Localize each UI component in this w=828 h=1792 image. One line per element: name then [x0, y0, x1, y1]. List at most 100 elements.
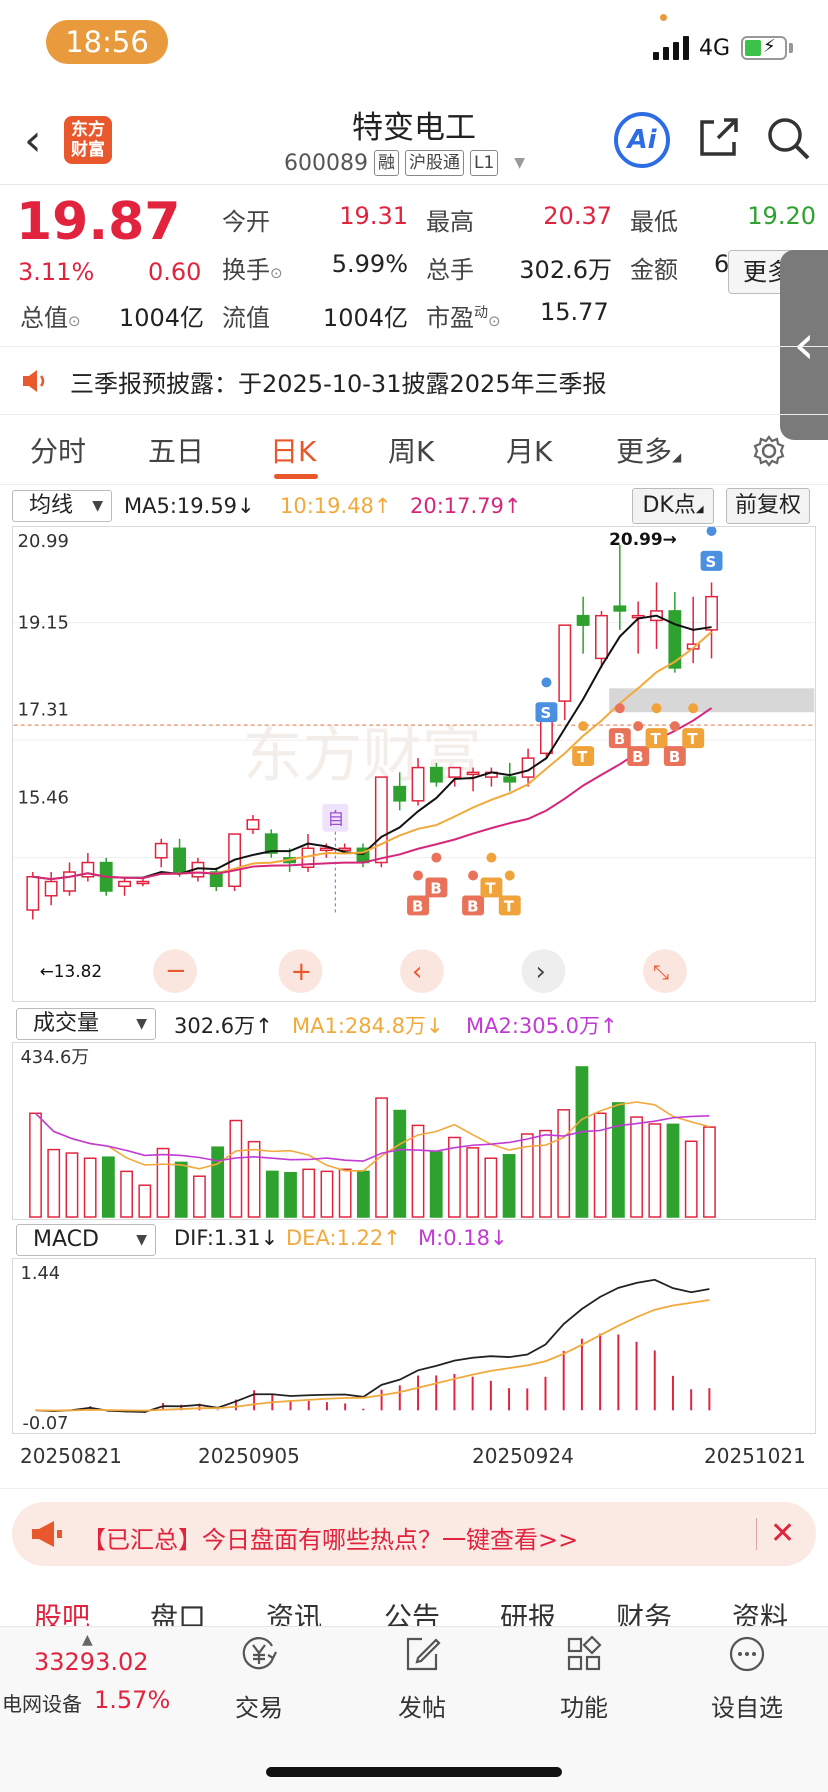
volume-bar[interactable] — [448, 1136, 461, 1218]
volume-bar[interactable] — [557, 1109, 571, 1218]
volume-bar[interactable] — [83, 1157, 97, 1218]
volume-bar[interactable] — [265, 1170, 279, 1218]
volume-bar[interactable] — [375, 1097, 388, 1218]
volume-bar[interactable] — [211, 1146, 225, 1218]
tab-five-day[interactable]: 五日 — [148, 430, 204, 470]
volume-bar[interactable] — [666, 1123, 680, 1218]
watermark: 东方财富 — [243, 722, 482, 791]
sector-name[interactable]: 电网设备 — [2, 1688, 82, 1717]
macd-min-label: -0.07 — [23, 1413, 69, 1434]
volume-bar[interactable] — [120, 1170, 133, 1218]
volume-bar[interactable] — [247, 1140, 261, 1218]
volume-bar[interactable] — [502, 1154, 516, 1218]
candlestick-chart[interactable]: 东方财富 20.9919.1517.3115.46 20.99→ ←13.82 … — [12, 526, 816, 1002]
candle[interactable] — [63, 871, 76, 892]
tab-guba[interactable]: 股吧 — [34, 1596, 90, 1628]
volume-selector[interactable]: 成交量 ▼ — [16, 1008, 156, 1040]
volume-bar[interactable] — [393, 1109, 407, 1218]
volume-bar[interactable] — [29, 1112, 42, 1218]
date-label-1: 20250821 — [20, 1444, 122, 1468]
candle[interactable] — [393, 785, 407, 802]
volume-bar[interactable] — [138, 1184, 152, 1218]
volume-bar[interactable] — [575, 1066, 589, 1218]
tab-daily-k[interactable]: 日K — [270, 430, 316, 470]
candle[interactable] — [558, 624, 572, 702]
volume-bar[interactable] — [648, 1123, 662, 1218]
gear-icon[interactable] — [752, 434, 786, 468]
tab-weekly-k[interactable]: 周K — [388, 430, 434, 470]
volume-bar[interactable] — [302, 1168, 316, 1218]
candle[interactable] — [136, 880, 150, 885]
total-cap-label: 总值⊙ — [20, 304, 81, 332]
tab-monthly-k[interactable]: 月K — [506, 430, 552, 470]
candle[interactable] — [26, 876, 40, 911]
tab-pankou[interactable]: 盘口 — [150, 1596, 206, 1628]
volume-chart[interactable]: 434.6万 — [12, 1042, 816, 1220]
volume-bar[interactable] — [193, 1175, 206, 1218]
signal-dot — [688, 703, 699, 714]
chart-nav-controls[interactable]: − + ‹ › ⤡ — [153, 949, 687, 994]
trade-button[interactable]: 交易 — [204, 1634, 314, 1723]
tab-more[interactable]: 更多◢ — [616, 430, 681, 470]
tab-finance[interactable]: 财务 — [616, 1596, 672, 1628]
float-cap-label: 流值 — [222, 304, 270, 332]
candle[interactable] — [448, 766, 462, 778]
candle[interactable] — [503, 776, 517, 783]
candle[interactable] — [173, 847, 187, 873]
float-cap-value: 1004亿 — [322, 304, 408, 332]
volume-bar[interactable] — [65, 1152, 79, 1218]
search-icon[interactable] — [764, 114, 812, 162]
macd-selector[interactable]: MACD ▼ — [16, 1224, 156, 1256]
candle[interactable] — [374, 776, 388, 864]
ma-selector[interactable]: 均线 ▼ — [12, 490, 112, 522]
post-button[interactable]: 发帖 — [367, 1634, 477, 1723]
volume-bar[interactable] — [320, 1170, 334, 1218]
tab-news[interactable]: 资讯 — [266, 1596, 322, 1628]
candle[interactable] — [154, 842, 168, 859]
candle[interactable] — [411, 766, 425, 802]
candle[interactable] — [576, 614, 590, 626]
volume-bar[interactable] — [47, 1148, 61, 1218]
dk-point-button[interactable]: DK点◢ — [632, 488, 714, 524]
stock-code-row[interactable]: 600089 融 沪股通 L1 ▼ — [284, 148, 525, 178]
sector-change[interactable]: 1.57% — [94, 1686, 170, 1714]
share-icon[interactable] — [696, 116, 740, 160]
volume-bar[interactable] — [174, 1161, 188, 1218]
volume-bar[interactable] — [284, 1172, 297, 1218]
volume-bar[interactable] — [229, 1119, 243, 1218]
volume-bar[interactable] — [411, 1124, 425, 1218]
tab-notices[interactable]: 公告 — [384, 1596, 440, 1628]
candle[interactable] — [705, 595, 718, 631]
watchlist-button[interactable]: 设自选 — [692, 1634, 802, 1723]
macd-chart[interactable]: 1.44 -0.07 — [12, 1258, 816, 1434]
candle[interactable] — [118, 880, 131, 888]
volume-bar[interactable] — [338, 1168, 352, 1218]
ai-button[interactable]: Ai — [614, 112, 670, 168]
candle[interactable] — [613, 605, 627, 612]
volume-bar[interactable] — [684, 1140, 698, 1218]
tab-intraday[interactable]: 分时 — [30, 430, 86, 470]
adjust-button[interactable]: 前复权 — [726, 488, 810, 524]
volume-bar[interactable] — [156, 1147, 170, 1218]
volume-bar[interactable] — [484, 1157, 498, 1218]
banner-text[interactable]: 【已汇总】今日盘面有哪些热点？一键查看>> — [82, 1520, 578, 1555]
candle[interactable] — [429, 766, 443, 783]
volume-bar[interactable] — [611, 1102, 625, 1218]
volume-bar[interactable] — [466, 1147, 480, 1218]
volume-bar[interactable] — [630, 1116, 643, 1218]
volume-bar[interactable] — [356, 1170, 370, 1218]
candle[interactable] — [44, 880, 58, 897]
candle[interactable] — [595, 614, 608, 660]
volume-bar[interactable] — [101, 1156, 115, 1218]
functions-button[interactable]: 功能 — [529, 1634, 639, 1723]
volume-bar[interactable] — [703, 1126, 716, 1218]
side-panel-handle[interactable]: ‹ — [780, 250, 828, 440]
announcement-text[interactable]: 三季报预披露：于2025-10-31披露2025年三季报 — [70, 364, 607, 399]
tab-research[interactable]: 研报 — [500, 1596, 556, 1628]
close-icon[interactable]: ✕ — [770, 1516, 795, 1551]
candle[interactable] — [466, 771, 480, 776]
candle[interactable] — [246, 819, 260, 831]
tab-profile[interactable]: 资料 — [732, 1596, 788, 1628]
sector-index-value[interactable]: 33293.02 — [34, 1648, 149, 1676]
volume-bar[interactable] — [429, 1151, 443, 1218]
